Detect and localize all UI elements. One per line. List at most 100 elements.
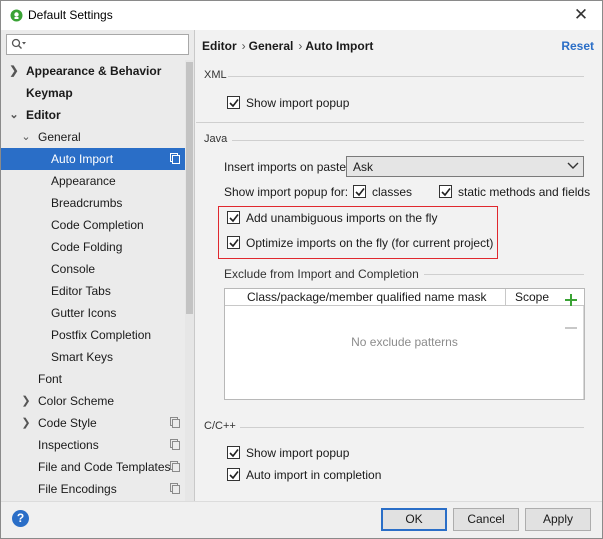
tree-item-breadcrumbs[interactable]: Breadcrumbs [1,192,185,214]
tree-item-label: Color Scheme [38,394,115,408]
xml-show-import-popup-checkbox[interactable] [227,96,240,109]
help-icon[interactable]: ? [12,510,29,527]
check-icon [229,449,239,458]
insert-imports-label: Insert imports on paste: [224,160,350,174]
breadcrumb-editor: Editor [202,39,237,53]
check-icon [229,239,239,248]
tree-item-postfix-completion[interactable]: Postfix Completion [1,324,185,346]
chevron-down-icon[interactable]: ⌄ [21,126,31,148]
copy-icon [170,461,180,472]
reset-link[interactable]: Reset [561,39,594,53]
optimize-imports-checkbox[interactable] [227,236,240,249]
apply-button[interactable]: Apply [525,508,591,531]
tree-item-label: Code Completion [51,218,144,232]
empty-table-text: No exclude patterns [351,335,458,349]
add-icon[interactable] [563,292,579,308]
chevron-right-icon[interactable]: ❯ [21,412,31,434]
exclude-label: Exclude from Import and Completion [224,267,419,281]
cpp-show-import-popup-checkbox[interactable] [227,446,240,459]
divider [228,76,584,77]
show-popup-for-label: Show import popup for: [224,185,349,199]
check-icon [355,188,365,197]
tree-item-general[interactable]: ⌄ General [1,126,185,148]
copy-icon [170,417,180,428]
classes-checkbox[interactable] [353,185,366,198]
tree-item-label: Editor Tabs [51,284,111,298]
tree-item-smart-keys[interactable]: Smart Keys [1,346,185,368]
tree-item-file-encodings[interactable]: File Encodings [1,478,185,500]
tree-item-inspections[interactable]: Inspections [1,434,185,456]
search-input[interactable] [6,34,189,55]
exclude-table[interactable]: Class/package/member qualified name mask… [224,288,585,400]
tree-scrollbar[interactable] [185,60,194,501]
ok-button[interactable]: OK [381,508,447,531]
divider [196,122,584,123]
tree-item-label: Auto Import [51,152,114,166]
tree-item-label: Breadcrumbs [51,196,123,210]
tree-item-label: Smart Keys [51,350,114,364]
chevron-down-icon [567,162,579,169]
tree-item-console[interactable]: Console [1,258,185,280]
tree-item-editor[interactable]: ⌄ Editor [1,104,185,126]
tree-item-color-scheme[interactable]: ❯ Color Scheme [1,390,185,412]
add-unambiguous-checkbox[interactable] [227,211,240,224]
chevron-down-icon[interactable]: ⌄ [9,104,19,126]
tree-item-file-code-templates[interactable]: File and Code Templates [1,456,185,478]
section-label-java: Java [204,133,228,145]
tree-item-gutter-icons[interactable]: Gutter Icons [1,302,185,324]
breadcrumb: Editor › General › Auto Import [202,39,376,53]
divider [240,427,584,428]
tree-item-label: Code Folding [51,240,123,254]
tree-item-appearance-behavior[interactable]: ❯ Appearance & Behavior [1,60,185,82]
settings-tree-pane: ❯ Appearance & Behavior Keymap ⌄ Editor … [1,30,195,501]
table-header: Class/package/member qualified name mask… [225,289,584,306]
tree-item-font[interactable]: Font [1,368,185,390]
close-button[interactable]: ✕ [568,3,594,27]
tree-item-label: Editor [26,108,61,122]
xml-show-import-popup-label: Show import popup [246,96,350,110]
classes-label: classes [372,185,413,199]
tree-item-label: Console [51,262,96,276]
tree-item-label: Postfix Completion [51,328,152,342]
tree-item-label: Keymap [26,86,73,100]
divider [232,140,584,141]
chevron-right-icon[interactable]: ❯ [21,390,31,412]
tree-item-code-completion[interactable]: Code Completion [1,214,185,236]
insert-imports-dropdown[interactable]: Ask [346,156,584,177]
cpp-auto-import-label: Auto import in completion [246,468,382,482]
tree-item-label: General [38,130,81,144]
add-unambiguous-label: Add unambiguous imports on the fly [246,211,438,225]
optimize-imports-label: Optimize imports on the fly (for current… [246,236,494,250]
app-icon [10,9,23,22]
tree-scrollbar-thumb[interactable] [186,62,193,314]
remove-icon[interactable] [563,320,579,336]
cpp-auto-import-checkbox[interactable] [227,468,240,481]
tree-item-label: Appearance & Behavior [26,64,162,78]
tree-item-code-style[interactable]: ❯ Code Style [1,412,185,434]
breadcrumb-general: General [248,39,294,53]
cancel-button[interactable]: Cancel [453,508,519,531]
dialog-footer: ? OK Cancel Apply [1,501,602,538]
table-scrollbar [583,306,584,399]
tree-item-label: File and Code Templates [38,460,171,474]
check-icon [229,99,239,108]
tree-item-keymap[interactable]: Keymap [1,82,185,104]
tree-item-label: File Encodings [38,482,117,496]
static-methods-checkbox[interactable] [439,185,452,198]
chevron-right-icon[interactable]: ❯ [9,60,19,82]
copy-icon [170,153,180,164]
tree-item-appearance[interactable]: Appearance [1,170,185,192]
tree-item-label: Font [38,372,63,386]
window-title: Default Settings [28,8,113,22]
tree-item-auto-import[interactable]: Auto Import [1,148,185,170]
copy-icon [170,483,180,494]
tree-item-label: Appearance [51,174,116,188]
column-header-mask[interactable]: Class/package/member qualified name mask [247,290,486,304]
column-header-scope[interactable]: Scope [515,290,549,304]
check-icon [229,214,239,223]
breadcrumb-separator: › [298,39,303,53]
insert-imports-value: Ask [353,160,374,174]
tree-item-label: Gutter Icons [51,306,117,320]
tree-item-editor-tabs[interactable]: Editor Tabs [1,280,185,302]
tree-item-code-folding[interactable]: Code Folding [1,236,185,258]
